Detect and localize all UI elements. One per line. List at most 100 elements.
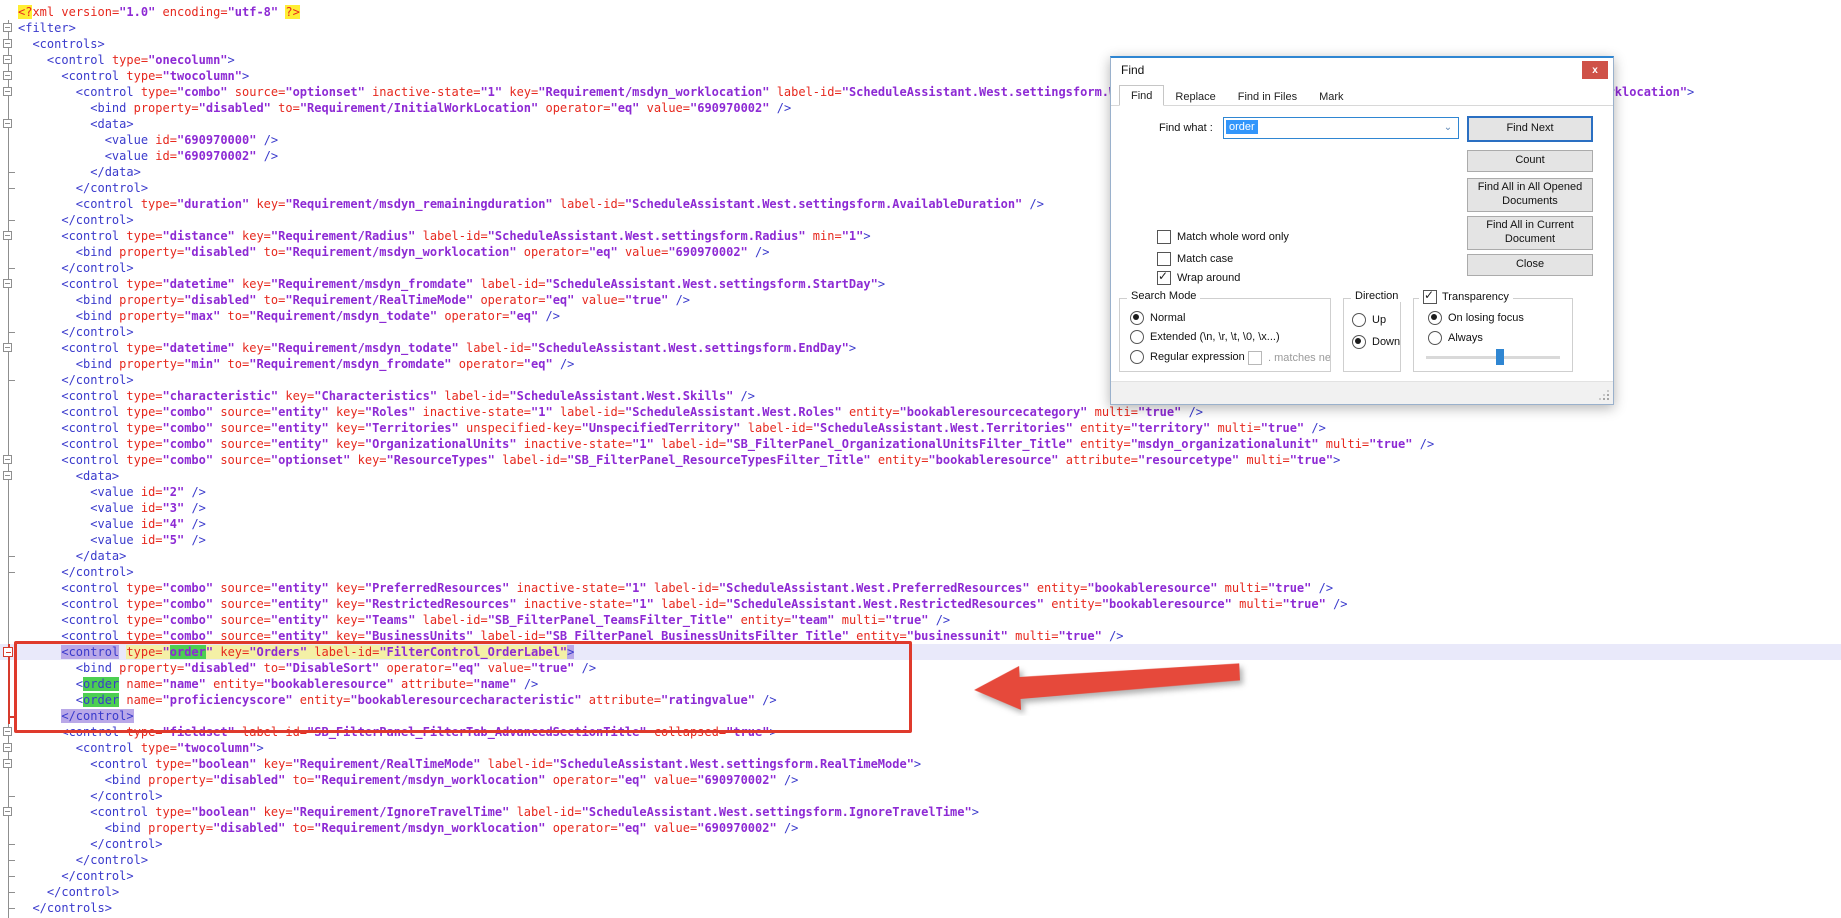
- tab-mark[interactable]: Mark: [1308, 87, 1354, 106]
- fold-toggle-icon[interactable]: [0, 804, 18, 820]
- code-line: </controls>: [0, 900, 1841, 916]
- code-line-text[interactable]: </control>: [18, 868, 1841, 884]
- code-line-text[interactable]: <controls>: [18, 36, 1841, 52]
- radio-icon[interactable]: [1352, 335, 1366, 349]
- checkbox-icon[interactable]: [1423, 290, 1437, 304]
- fold-toggle-icon[interactable]: [0, 52, 18, 68]
- match-case-checkbox[interactable]: Match case: [1157, 252, 1233, 266]
- code-line-text[interactable]: </control>: [18, 836, 1841, 852]
- code-line-text[interactable]: <control type="combo" source="entity" ke…: [18, 580, 1841, 596]
- match-whole-word-checkbox[interactable]: Match whole word only: [1157, 230, 1289, 244]
- dialog-footer: [1111, 381, 1613, 404]
- code-line-text[interactable]: <control type="boolean" key="Requirement…: [18, 804, 1841, 820]
- radio-icon[interactable]: [1352, 313, 1366, 327]
- code-line: <value id="5" />: [0, 532, 1841, 548]
- fold-toggle-icon[interactable]: [0, 20, 18, 36]
- search-mode-regex-radio[interactable]: Regular expression: [1130, 350, 1245, 364]
- fold-toggle-icon[interactable]: [0, 468, 18, 484]
- code-line-text[interactable]: <control type="combo" source="optionset"…: [18, 452, 1841, 468]
- fold-gutter: [0, 308, 18, 324]
- checkbox-icon[interactable]: [1157, 252, 1171, 266]
- fold-toggle-icon[interactable]: [0, 740, 18, 756]
- radio-icon[interactable]: [1130, 311, 1144, 325]
- find-dialog-titlebar[interactable]: Find x: [1111, 58, 1613, 82]
- checkbox-icon[interactable]: [1157, 271, 1171, 285]
- transparency-always-radio[interactable]: Always: [1428, 331, 1483, 345]
- code-line-text[interactable]: </data>: [18, 548, 1841, 564]
- close-icon[interactable]: x: [1582, 61, 1608, 79]
- code-line-text[interactable]: <control type="boolean" key="Requirement…: [18, 756, 1841, 772]
- code-line-text[interactable]: <value id="5" />: [18, 532, 1841, 548]
- count-button[interactable]: Count: [1467, 150, 1593, 172]
- find-all-current-button[interactable]: Find All in Current Document: [1467, 216, 1593, 250]
- find-all-opened-button[interactable]: Find All in All Opened Documents: [1467, 178, 1593, 212]
- code-line: <controls>: [0, 36, 1841, 52]
- code-line-text[interactable]: </controls>: [18, 900, 1841, 916]
- transparency-slider[interactable]: [1426, 356, 1560, 359]
- fold-gutter: [0, 436, 18, 452]
- code-line-text[interactable]: <data>: [18, 468, 1841, 484]
- code-line: <control type="combo" source="entity" ke…: [0, 580, 1841, 596]
- direction-down-radio[interactable]: Down: [1352, 335, 1400, 349]
- fold-toggle-icon[interactable]: [0, 452, 18, 468]
- fold-toggle-icon[interactable]: [0, 228, 18, 244]
- code-line-text[interactable]: <control type="twocolumn">: [18, 740, 1841, 756]
- transparency-group-title[interactable]: Transparency: [1419, 290, 1513, 304]
- radio-icon[interactable]: [1428, 311, 1442, 325]
- tab-find[interactable]: Find: [1119, 85, 1164, 106]
- fold-gutter: [0, 372, 18, 388]
- radio-icon[interactable]: [1130, 350, 1144, 364]
- fold-toggle-icon[interactable]: [0, 756, 18, 772]
- code-line-text[interactable]: <bind property="disabled" to="Requiremen…: [18, 820, 1841, 836]
- chevron-down-icon[interactable]: ⌄: [1441, 121, 1455, 135]
- code-line-text[interactable]: <value id="3" />: [18, 500, 1841, 516]
- slider-thumb[interactable]: [1496, 349, 1504, 365]
- code-line-text[interactable]: </control>: [18, 564, 1841, 580]
- code-line: <control type="combo" source="entity" ke…: [0, 404, 1841, 420]
- fold-toggle-icon[interactable]: [0, 340, 18, 356]
- code-line-text[interactable]: <control type="combo" source="entity" ke…: [18, 436, 1841, 452]
- code-line-text[interactable]: <value id="2" />: [18, 484, 1841, 500]
- code-line-text[interactable]: </control>: [18, 852, 1841, 868]
- radio-icon[interactable]: [1130, 330, 1144, 344]
- fold-toggle-icon[interactable]: [0, 68, 18, 84]
- direction-up-radio[interactable]: Up: [1352, 313, 1386, 327]
- find-what-input[interactable]: order ⌄: [1223, 117, 1459, 139]
- checkbox-icon[interactable]: [1157, 230, 1171, 244]
- fold-toggle-icon[interactable]: [0, 276, 18, 292]
- fold-toggle-icon[interactable]: [0, 84, 18, 100]
- fold-toggle-icon[interactable]: [0, 36, 18, 52]
- code-line-text[interactable]: <control type="combo" source="entity" ke…: [18, 612, 1841, 628]
- fold-gutter: [0, 548, 18, 564]
- code-line-text[interactable]: <bind property="disabled" to="Requiremen…: [18, 772, 1841, 788]
- code-line-text[interactable]: <filter>: [18, 20, 1841, 36]
- resize-grip-icon[interactable]: [1599, 390, 1609, 400]
- code-line-text[interactable]: </control>: [18, 788, 1841, 804]
- radio-icon[interactable]: [1428, 331, 1442, 345]
- fold-gutter: [0, 404, 18, 420]
- tab-replace[interactable]: Replace: [1164, 87, 1226, 106]
- fold-gutter: [0, 788, 18, 804]
- code-line-text[interactable]: <control type="combo" source="entity" ke…: [18, 596, 1841, 612]
- code-line: </control>: [0, 884, 1841, 900]
- search-mode-normal-radio[interactable]: Normal: [1130, 311, 1185, 325]
- code-line-text[interactable]: <control type="combo" source="entity" ke…: [18, 420, 1841, 436]
- transparency-on-losing-focus-radio[interactable]: On losing focus: [1428, 311, 1524, 325]
- code-line-text[interactable]: <?xml version="1.0" encoding="utf-8" ?>: [18, 4, 1841, 20]
- fold-gutter: [0, 100, 18, 116]
- fold-gutter: [0, 564, 18, 580]
- wrap-around-checkbox[interactable]: Wrap around: [1157, 271, 1240, 285]
- checkbox-icon: [1248, 351, 1262, 365]
- code-line: </control>: [0, 564, 1841, 580]
- find-next-button[interactable]: Find Next: [1467, 116, 1593, 142]
- close-button[interactable]: Close: [1467, 254, 1593, 276]
- code-line-text[interactable]: <value id="4" />: [18, 516, 1841, 532]
- tab-find-in-files[interactable]: Find in Files: [1227, 87, 1308, 106]
- code-line-text[interactable]: <control type="combo" source="entity" ke…: [18, 404, 1841, 420]
- search-mode-group-title: Search Mode: [1127, 290, 1200, 302]
- fold-toggle-icon[interactable]: [0, 116, 18, 132]
- search-mode-extended-radio[interactable]: Extended (\n, \r, \t, \0, \x...): [1130, 330, 1280, 344]
- fold-gutter: [0, 180, 18, 196]
- find-dialog-title: Find: [1121, 63, 1144, 77]
- code-line-text[interactable]: </control>: [18, 884, 1841, 900]
